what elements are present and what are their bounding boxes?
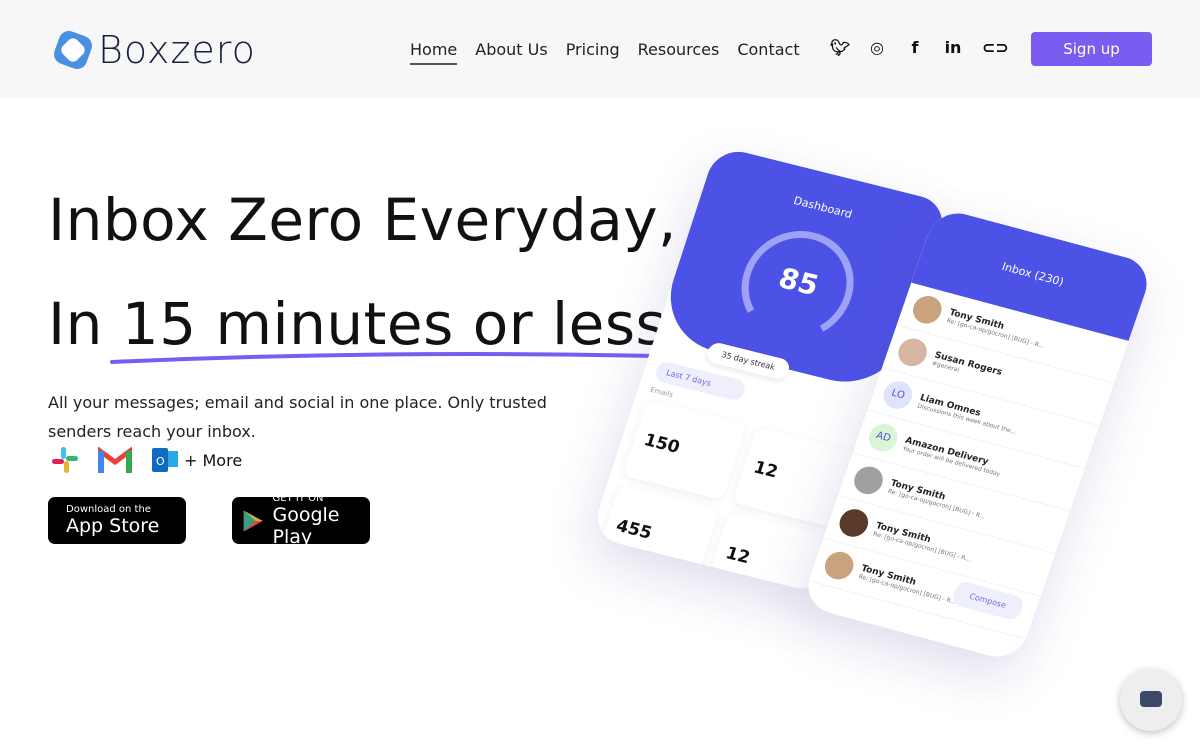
linkedin-icon[interactable]: in [944,38,962,58]
app-store-big: App Store [66,515,160,537]
facebook-icon[interactable]: f [906,38,924,58]
stat-card: 455 [594,484,720,587]
google-play-icon [243,510,263,531]
google-play-big: Google Play [272,504,340,548]
instagram-icon[interactable]: ◎ [868,38,886,58]
logo[interactable]: Boxzero [52,28,256,72]
google-play-button[interactable]: GET IT ON Google Play [232,493,370,548]
nav-resources[interactable]: Resources [638,40,720,65]
social-links: 🐦︎ ◎ f in ⊂⊃ [830,38,1009,58]
title-underline [110,352,655,364]
avatar [835,506,872,540]
integrations: O + More [50,445,242,475]
avatar: LO [879,378,916,412]
nav-home[interactable]: Home [410,40,458,65]
brand-name: Boxzero [98,28,256,72]
dashboard-title: Dashboard [791,194,854,221]
main-nav: Home About Us Pricing Resources Contact [410,40,800,65]
app-store-small: Download on the [66,504,151,515]
nav-pricing[interactable]: Pricing [566,40,620,65]
signup-button[interactable]: Sign up [1031,32,1152,66]
link-icon[interactable]: ⊂⊃ [982,38,1009,58]
logo-icon [54,31,92,69]
app-store-button[interactable]: Download on the App Store [48,497,186,544]
avatar: AD [865,420,902,455]
google-play-small: GET IT ON [272,493,324,504]
score-gauge: 85 [727,219,868,351]
chat-widget-button[interactable] [1120,669,1182,731]
chat-icon [1140,691,1162,707]
more-integrations[interactable]: + More [184,451,242,470]
nav-about[interactable]: About Us [475,40,547,65]
outlook-icon: O [152,448,178,472]
hero-title-line2: In 15 minutes or less [48,290,667,358]
svg-text:O: O [156,455,165,468]
avatar [909,292,946,327]
slack-icon [52,447,78,473]
hero-title-line1: Inbox Zero Everyday, [48,186,677,254]
nav-contact[interactable]: Contact [737,40,799,65]
site-header: Boxzero Home About Us Pricing Resources … [0,0,1200,98]
gmail-icon [98,447,132,473]
stat-card: 150 [622,399,748,501]
twitter-icon[interactable]: 🐦︎ [830,38,850,58]
avatar [894,335,931,370]
hero-description: All your messages; email and social in o… [48,393,547,441]
avatar [821,548,858,583]
avatar [850,463,887,498]
